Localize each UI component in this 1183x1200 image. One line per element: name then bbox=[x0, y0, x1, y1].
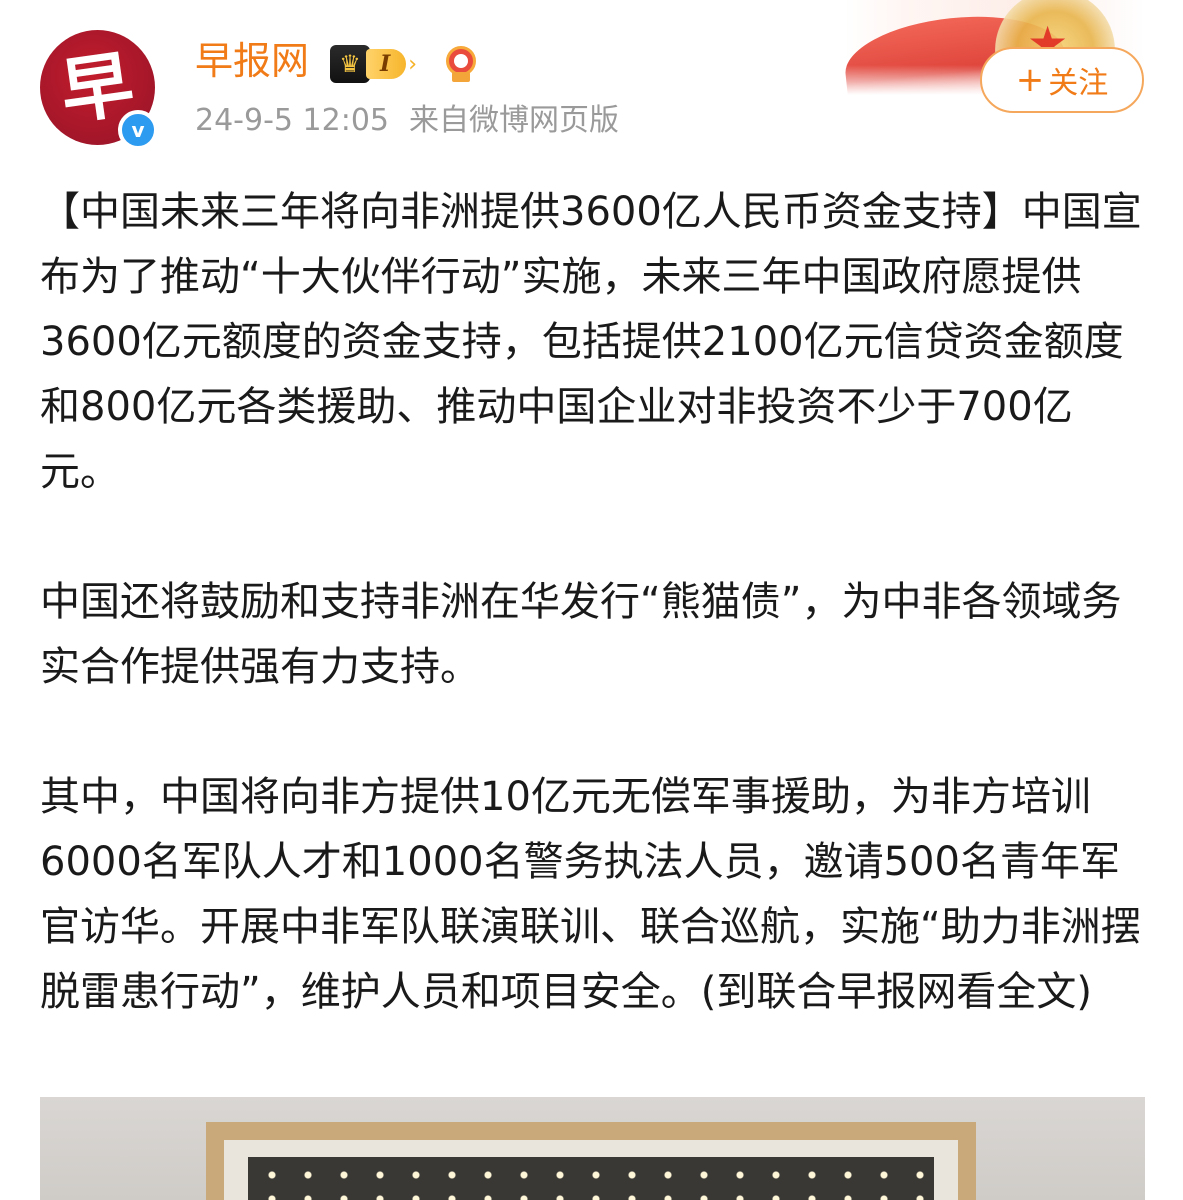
post-timestamp[interactable]: 24-9-5 12:05 bbox=[195, 106, 389, 136]
vip-level-label: I bbox=[366, 49, 407, 79]
follow-label: 关注 bbox=[1048, 66, 1109, 101]
post-paragraph: 其中，中国将向非方提供10亿元无偿军事援助，为非方培训6000名军队人才和100… bbox=[40, 774, 1141, 1015]
follow-button[interactable]: + 关注 bbox=[980, 47, 1144, 113]
post-paragraph: 【中国未来三年将向非洲提供3600亿人民币资金支持】中国宣布为了推动“十大伙伴行… bbox=[40, 189, 1142, 495]
vip-badge[interactable]: ♛ I › bbox=[330, 44, 434, 84]
post-source: 来自微博网页版 bbox=[409, 103, 619, 138]
crown-icon: ♛ bbox=[330, 45, 370, 83]
chevron-right-icon: › bbox=[408, 51, 418, 77]
verified-badge-icon: v bbox=[118, 110, 158, 150]
post-meta: 24-9-5 12:05 来自微博网页版 bbox=[195, 106, 619, 136]
post-image[interactable] bbox=[40, 1097, 1145, 1200]
plus-icon: + bbox=[1015, 60, 1045, 100]
post-text: 【中国未来三年将向非洲提供3600亿人民币资金支持】中国宣布为了推动“十大伙伴行… bbox=[40, 180, 1150, 1025]
medal-icon[interactable] bbox=[444, 46, 478, 82]
user-name[interactable]: 早报网 bbox=[195, 42, 309, 80]
post-paragraph: 中国还将鼓励和支持非洲在华发行“熊猫债”，为中非各领域务实合作提供强有力支持。 bbox=[40, 579, 1122, 690]
post-header: ★ 早 v 早报网 ♛ I › 24-9-5 12:05 来自微博网页版 + 关… bbox=[0, 0, 1183, 160]
